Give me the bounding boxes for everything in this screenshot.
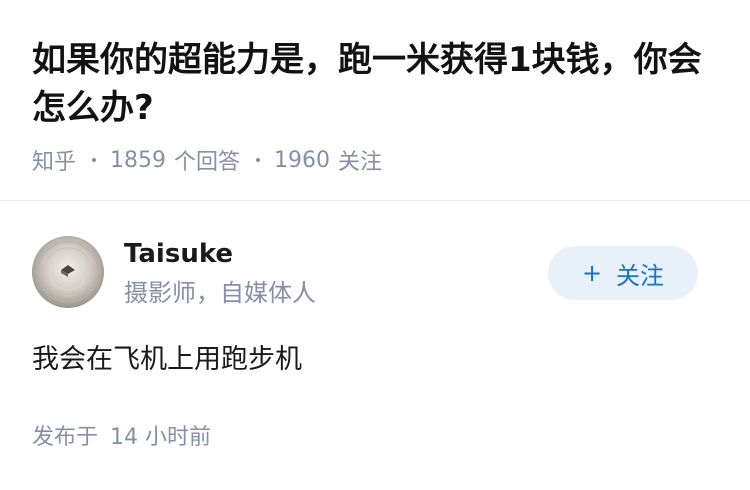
follower-count-label: 关注 xyxy=(338,150,383,175)
question-title[interactable]: 如果你的超能力是，跑一米获得1块钱，你会怎么办? xyxy=(32,36,722,132)
source-label[interactable]: 知乎 xyxy=(32,144,76,176)
question-meta: 知乎 1859 个回答 1960 关注 xyxy=(32,144,382,176)
follower-count: 1960 xyxy=(274,147,331,173)
answer-count-label: 个回答 xyxy=(174,150,241,175)
publish-label: 发布于 xyxy=(32,425,99,450)
page: 如果你的超能力是，跑一米获得1块钱，你会怎么办? 知乎 1859 个回答 196… xyxy=(0,0,750,490)
answer-content[interactable]: 我会在飞机上用跑步机 xyxy=(32,340,302,380)
separator-dot xyxy=(92,158,97,162)
separator-dot xyxy=(256,158,261,162)
answer-card: Taisuke 摄影师，自媒体人 + 关注 我会在飞机上用跑步机 发布于 14 小… xyxy=(0,202,750,490)
author-name[interactable]: Taisuke xyxy=(124,236,233,272)
publish-time: 14 小时前 xyxy=(110,425,212,450)
avatar[interactable] xyxy=(32,236,104,308)
plus-icon: + xyxy=(581,259,603,287)
author-bio: 摄影师，自媒体人 xyxy=(124,279,316,307)
follow-button-label: 关注 xyxy=(616,261,665,290)
follow-button[interactable]: + 关注 xyxy=(548,246,698,300)
publish-info: 发布于 14 小时前 xyxy=(32,422,211,454)
answer-count: 1859 xyxy=(110,147,167,173)
question-header: 如果你的超能力是，跑一米获得1块钱，你会怎么办? 知乎 1859 个回答 196… xyxy=(0,0,750,201)
avatar-image xyxy=(32,236,104,308)
